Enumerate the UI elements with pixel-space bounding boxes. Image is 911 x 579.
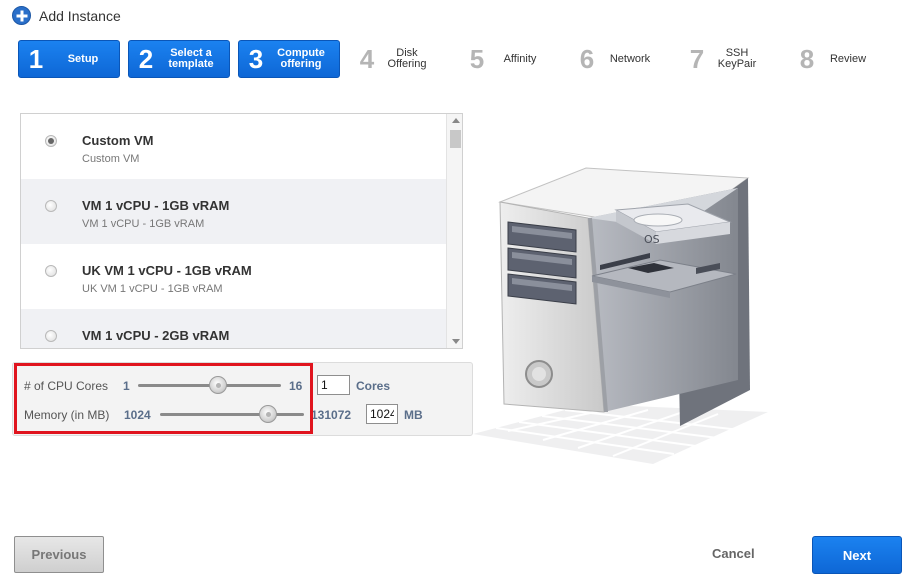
memory-max-value: 131072 <box>311 408 352 422</box>
offering-title: VM 1 vCPU - 1GB vRAM <box>82 198 230 213</box>
floor-grid <box>473 404 768 464</box>
step-affinity[interactable]: 5 Affinity <box>460 40 560 78</box>
step-label: Select a template <box>168 47 214 70</box>
step-number: 3 <box>248 43 264 74</box>
offering-radio[interactable] <box>45 200 57 212</box>
offering-item[interactable]: Custom VM Custom VM <box>21 114 446 179</box>
scroll-up-icon[interactable] <box>452 118 460 123</box>
os-label: OS <box>644 233 660 246</box>
step-label: Setup <box>67 52 99 65</box>
scroll-thumb[interactable] <box>450 130 461 148</box>
offering-subtitle: Custom VM <box>82 153 140 165</box>
step-setup[interactable]: 1 Setup <box>18 40 120 78</box>
offering-subtitle: VM 1 vCPU - 1GB vRAM <box>82 218 205 230</box>
step-disk-offering[interactable]: 4 Disk Offering <box>350 40 450 78</box>
step-label: Network <box>609 52 651 65</box>
add-circle-icon <box>12 6 31 25</box>
scroll-down-icon[interactable] <box>452 339 460 344</box>
memory-input[interactable] <box>366 404 398 424</box>
step-number: 6 <box>579 43 595 74</box>
step-label: Review <box>829 52 867 65</box>
step-number: 2 <box>138 43 154 74</box>
step-label: SSH KeyPair <box>717 47 757 70</box>
cpu-cores-input[interactable] <box>317 375 350 395</box>
offering-item[interactable]: VM 1 vCPU - 1GB vRAM VM 1 vCPU - 1GB vRA… <box>21 179 446 244</box>
step-label: Compute offering <box>277 47 325 70</box>
step-number: 8 <box>799 43 815 74</box>
wizard-header: Add Instance <box>12 6 121 25</box>
add-instance-wizard: Add Instance 1 Setup 2 Select a template… <box>0 0 911 579</box>
step-number: 7 <box>689 43 705 74</box>
offering-radio[interactable] <box>45 135 57 147</box>
offering-item[interactable]: VM 1 vCPU - 2GB vRAM <box>21 309 446 348</box>
offering-subtitle: UK VM 1 vCPU - 1GB vRAM <box>82 283 223 295</box>
server-illustration: OS <box>473 167 768 464</box>
cancel-button[interactable]: Cancel <box>712 546 755 561</box>
wizard-steps: 1 Setup 2 Select a template 3 Compute of… <box>18 40 898 78</box>
cpu-unit-label: Cores <box>356 379 391 393</box>
step-review[interactable]: 8 Review <box>790 40 890 78</box>
compute-offering-list: Custom VM Custom VM VM 1 vCPU - 1GB vRAM… <box>20 113 463 349</box>
offering-title: VM 1 vCPU - 2GB vRAM <box>82 328 230 343</box>
step-number: 1 <box>28 43 44 74</box>
offering-item[interactable]: UK VM 1 vCPU - 1GB vRAM UK VM 1 vCPU - 1… <box>21 244 446 309</box>
step-network[interactable]: 6 Network <box>570 40 670 78</box>
step-compute-offering[interactable]: 3 Compute offering <box>238 40 340 78</box>
offering-title: Custom VM <box>82 133 154 148</box>
step-number: 4 <box>359 43 375 74</box>
step-ssh-keypair[interactable]: 7 SSH KeyPair <box>680 40 780 78</box>
step-label: Affinity <box>503 52 537 65</box>
previous-button[interactable]: Previous <box>14 536 104 573</box>
page-title: Add Instance <box>39 7 121 24</box>
list-scrollbar[interactable] <box>446 114 462 348</box>
memory-unit-label: MB <box>404 408 423 422</box>
step-select-template[interactable]: 2 Select a template <box>128 40 230 78</box>
step-number: 5 <box>469 43 485 74</box>
offering-radio[interactable] <box>45 265 57 277</box>
next-button[interactable]: Next <box>812 536 902 574</box>
offering-radio[interactable] <box>45 330 57 342</box>
step-label: Disk Offering <box>387 47 427 70</box>
offering-title: UK VM 1 vCPU - 1GB vRAM <box>82 263 252 278</box>
highlight-box <box>14 363 313 434</box>
